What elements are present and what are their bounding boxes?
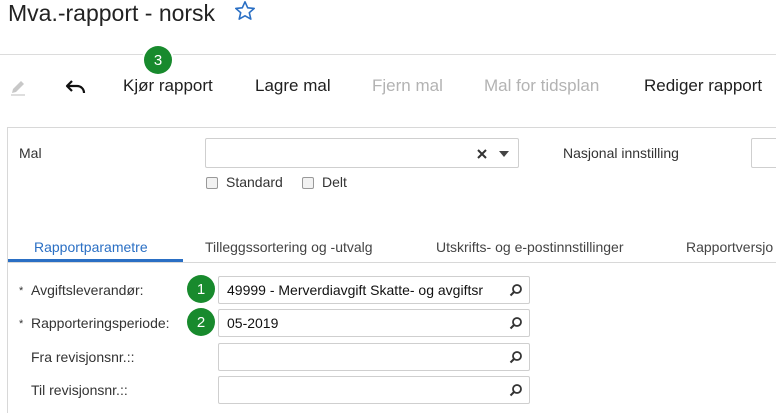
to-revision-input[interactable] — [218, 376, 530, 404]
schedule-template-button[interactable]: Mal for tidsplan — [484, 76, 599, 96]
search-icon[interactable] — [509, 283, 523, 297]
required-marker: * — [19, 318, 24, 330]
template-select[interactable] — [205, 138, 519, 168]
template-label: Mal — [19, 145, 42, 161]
search-icon[interactable] — [509, 316, 523, 330]
page-title: Mva.-rapport - norsk — [8, 0, 216, 26]
remove-template-button[interactable]: Fjern mal — [372, 76, 443, 96]
national-setting-input[interactable] — [751, 138, 776, 168]
callout-badge-2: 2 — [187, 308, 215, 336]
required-marker: * — [19, 285, 24, 297]
to-revision-label: Til revisjonsnr.:: — [31, 382, 128, 398]
tab-additional-sorting[interactable]: Tilleggssortering og -utvalg — [205, 239, 373, 255]
shared-checkbox[interactable] — [302, 177, 314, 189]
search-icon[interactable] — [509, 350, 523, 364]
from-revision-input[interactable] — [218, 343, 530, 371]
reporting-period-input[interactable]: 05-2019 — [218, 309, 530, 337]
edit-report-button[interactable]: Rediger rapport — [644, 76, 762, 96]
callout-badge-3: 3 — [144, 46, 172, 74]
tab-bar-divider — [8, 262, 776, 263]
national-setting-label: Nasjonal innstilling — [563, 145, 679, 161]
star-outline-icon[interactable] — [233, 0, 257, 23]
from-revision-label: Fra revisjonsnr.:: — [31, 349, 135, 365]
pencil-icon[interactable] — [9, 79, 27, 97]
callout-badge-1: 1 — [187, 275, 215, 303]
reporting-period-value: 05-2019 — [227, 315, 279, 331]
tab-print-email-settings[interactable]: Utskrifts- og e-postinnstillinger — [436, 239, 624, 255]
x-icon[interactable] — [477, 149, 487, 159]
search-icon[interactable] — [509, 383, 523, 397]
header-divider — [0, 54, 776, 55]
shared-label: Delt — [322, 174, 347, 190]
standard-checkbox[interactable] — [206, 177, 218, 189]
active-tab-indicator — [8, 259, 183, 262]
tax-agency-label: Avgiftsleverandør: — [31, 282, 144, 298]
reporting-period-label: Rapporteringsperiode: — [31, 315, 170, 331]
standard-label: Standard — [226, 174, 283, 190]
caret-down-icon[interactable] — [499, 151, 509, 157]
save-template-button[interactable]: Lagre mal — [255, 76, 331, 96]
tax-agency-value: 49999 - Merverdiavgift Skatte- og avgift… — [227, 282, 484, 298]
run-report-button[interactable]: Kjør rapport — [123, 76, 213, 96]
tab-report-versions[interactable]: Rapportversjo — [686, 239, 773, 255]
undo-arrow-icon[interactable] — [65, 79, 87, 95]
tab-report-parameters[interactable]: Rapportparametre — [34, 239, 148, 255]
tax-agency-input[interactable]: 49999 - Merverdiavgift Skatte- og avgift… — [218, 276, 530, 304]
